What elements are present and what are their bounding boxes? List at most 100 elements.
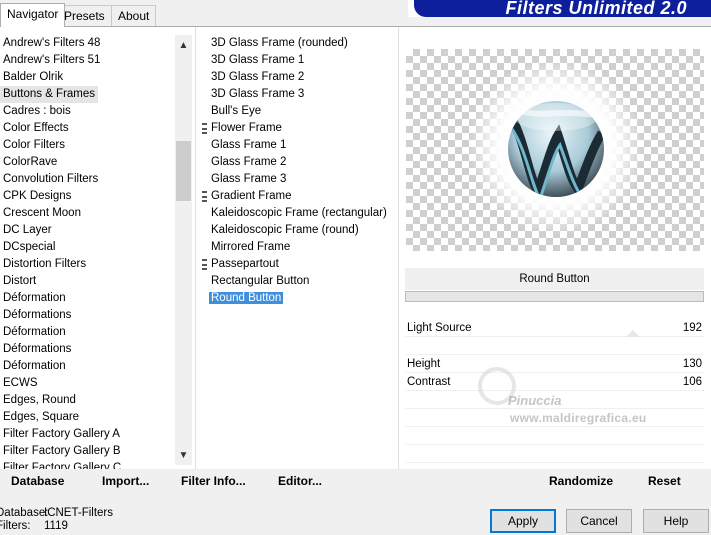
filter-item[interactable]: 3D Glass Frame 2 — [202, 69, 392, 86]
param-label: Height — [407, 358, 441, 370]
grip-icon — [202, 191, 207, 202]
filter-label: Flower Frame — [211, 122, 282, 134]
category-item[interactable]: Filter Factory Gallery B — [0, 443, 176, 460]
category-label: Andrew's Filters 51 — [3, 54, 101, 66]
filter-item[interactable]: Glass Frame 3 — [202, 171, 392, 188]
category-label: Color Effects — [3, 122, 69, 134]
param-value: 192 — [682, 322, 702, 334]
category-item[interactable]: CPK Designs — [0, 188, 176, 205]
category-item[interactable]: Buttons & Frames — [0, 86, 176, 103]
banner-title: Filters Unlimited 2.0 — [505, 0, 687, 18]
category-item[interactable]: Andrew's Filters 51 — [0, 52, 176, 69]
filter-item[interactable]: 3D Glass Frame 1 — [202, 52, 392, 69]
scroll-down-icon[interactable]: ▼ — [175, 447, 192, 464]
import-button[interactable]: Import... — [97, 472, 154, 490]
category-item[interactable]: Convolution Filters — [0, 171, 176, 188]
category-label: DCspecial — [3, 241, 56, 253]
filter-label: Kaleidoscopic Frame (rectangular) — [211, 207, 387, 219]
apply-button[interactable]: Apply — [490, 509, 556, 533]
filter-label: Bull's Eye — [211, 105, 262, 117]
category-item[interactable]: Déformation — [0, 358, 176, 375]
status-area: Database:ICNET-Filters Filters: 1119 — [0, 507, 113, 533]
status-filters-value: 1119 — [44, 520, 68, 532]
category-item[interactable]: Filter Factory Gallery A — [0, 426, 176, 443]
filter-label: 3D Glass Frame 2 — [211, 71, 305, 83]
category-item[interactable]: Andrew's Filters 48 — [0, 35, 176, 52]
slider-contrast[interactable]: Contrast 106 — [405, 373, 704, 391]
tab-navigator[interactable]: Navigator — [0, 3, 66, 27]
filter-item[interactable]: 3D Glass Frame (rounded) — [202, 35, 392, 52]
filter-item[interactable]: Flower Frame — [202, 120, 392, 137]
filter-label: Mirrored Frame — [211, 241, 291, 253]
filter-label: Gradient Frame — [211, 190, 292, 202]
category-list[interactable]: Andrew's Filters 48 Andrew's Filters 51 Ba… — [0, 35, 176, 473]
category-item[interactable]: Distortion Filters — [0, 256, 176, 273]
category-label: Color Filters — [3, 139, 65, 151]
slider-empty — [405, 337, 704, 355]
category-item[interactable]: Edges, Round — [0, 392, 176, 409]
category-item[interactable]: Balder Olrik — [0, 69, 176, 86]
grip-icon — [202, 123, 207, 134]
help-button[interactable]: Help — [643, 509, 709, 533]
param-value: 130 — [682, 358, 702, 370]
editor-button[interactable]: Editor... — [273, 472, 327, 490]
category-item[interactable]: Déformation — [0, 324, 176, 341]
status-database-key: Database: — [0, 507, 49, 519]
status-filters-key: Filters: — [0, 520, 31, 532]
category-item[interactable]: Déformation — [0, 290, 176, 307]
filter-item[interactable]: Gradient Frame — [202, 188, 392, 205]
filter-item[interactable]: Kaleidoscopic Frame (round) — [202, 222, 392, 239]
filter-item[interactable]: 3D Glass Frame 3 — [202, 86, 392, 103]
category-item[interactable]: Color Effects — [0, 120, 176, 137]
tab-about[interactable]: About — [111, 5, 157, 26]
tab-strip: Navigator Presets About — [0, 0, 400, 27]
scroll-up-icon[interactable]: ▲ — [175, 37, 192, 54]
filter-item[interactable]: Rectangular Button — [202, 273, 392, 290]
category-label: Cadres : bois — [3, 105, 71, 117]
filter-label: Glass Frame 3 — [211, 173, 287, 185]
round-button-preview-image — [468, 59, 644, 235]
scroll-thumb[interactable] — [176, 141, 191, 201]
category-label: Edges, Round — [3, 394, 76, 406]
category-item[interactable]: ColorRave — [0, 154, 176, 171]
category-item[interactable]: Déformations — [0, 341, 176, 358]
filter-label: 3D Glass Frame (rounded) — [211, 37, 348, 49]
filter-item[interactable]: Kaleidoscopic Frame (rectangular) — [202, 205, 392, 222]
status-database-value: ICNET-Filters — [44, 507, 113, 519]
category-scrollbar[interactable]: ▲ ▼ — [175, 35, 192, 465]
category-label: Buttons & Frames — [0, 86, 99, 103]
category-item[interactable]: Distort — [0, 273, 176, 290]
param-label: Light Source — [407, 322, 472, 334]
randomize-button[interactable]: Randomize — [544, 472, 618, 490]
filter-item[interactable]: Mirrored Frame — [202, 239, 392, 256]
title-banner: Filters Unlimited 2.0 — [408, 0, 711, 18]
filter-label: Passepartout — [211, 258, 279, 270]
category-item[interactable]: Crescent Moon — [0, 205, 176, 222]
slider-thumb-icon[interactable] — [626, 330, 640, 337]
category-item[interactable]: DC Layer — [0, 222, 176, 239]
slider-empty — [405, 445, 704, 463]
cancel-button[interactable]: Cancel — [566, 509, 632, 533]
filter-list[interactable]: 3D Glass Frame (rounded) 3D Glass Frame 1… — [202, 35, 392, 307]
reset-button[interactable]: Reset — [643, 472, 686, 490]
filter-item[interactable]: Bull's Eye — [202, 103, 392, 120]
filter-item[interactable]: Round Button — [202, 290, 392, 307]
category-label: CPK Designs — [3, 190, 72, 202]
category-item[interactable]: Edges, Square — [0, 409, 176, 426]
category-item[interactable]: ECWS — [0, 375, 176, 392]
param-value: 106 — [682, 376, 702, 388]
category-item[interactable]: DCspecial — [0, 239, 176, 256]
filter-item[interactable]: Glass Frame 1 — [202, 137, 392, 154]
filter-item[interactable]: Glass Frame 2 — [202, 154, 392, 171]
database-button[interactable]: Database — [6, 472, 69, 490]
category-item[interactable]: Cadres : bois — [0, 103, 176, 120]
filter-item[interactable]: Passepartout — [202, 256, 392, 273]
category-item[interactable]: Color Filters — [0, 137, 176, 154]
filter-info-button[interactable]: Filter Info... — [176, 472, 251, 490]
category-label: Déformations — [3, 343, 72, 355]
category-item[interactable]: Déformations — [0, 307, 176, 324]
slider-light-source[interactable]: Light Source 192 — [405, 319, 704, 337]
category-label: Déformation — [3, 326, 66, 338]
slider-height[interactable]: Height 130 — [405, 355, 704, 373]
category-label: Edges, Square — [3, 411, 80, 423]
